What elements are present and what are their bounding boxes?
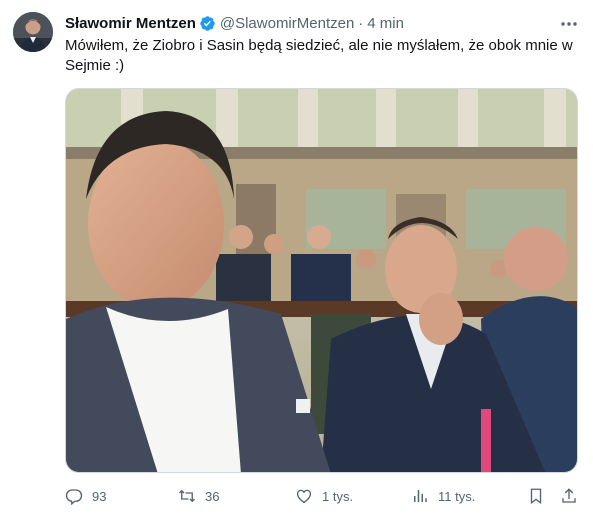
- avatar[interactable]: [13, 12, 53, 52]
- tweet-photo[interactable]: [65, 88, 578, 473]
- reply-button[interactable]: 93: [65, 485, 106, 507]
- action-bar: 93 36 1 tys. 11 tys.: [65, 485, 580, 507]
- author-name[interactable]: Sławomir Mentzen: [65, 15, 196, 32]
- share-button[interactable]: [560, 485, 578, 507]
- heart-icon: [296, 489, 312, 504]
- more-icon[interactable]: [560, 16, 578, 32]
- reply-icon: [65, 489, 83, 505]
- tweet-text: Mówiłem, że Ziobro i Sasin będą siedzieć…: [65, 37, 573, 74]
- views-count: 11 tys.: [438, 488, 476, 504]
- reply-count: 93: [92, 488, 107, 504]
- views-button[interactable]: 11 tys.: [411, 485, 475, 507]
- separator-dot: ·: [358, 14, 364, 32]
- like-count: 1 tys.: [322, 488, 354, 504]
- author-handle[interactable]: @SlawomirMentzen: [220, 15, 354, 32]
- repost-count: 36: [205, 488, 220, 504]
- verified-badge-icon: [200, 15, 215, 31]
- avatar-image: [13, 12, 53, 52]
- views-icon: [414, 490, 427, 502]
- tweet-header: Sławomir Mentzen @SlawomirMentzen · 4 mi…: [65, 13, 404, 33]
- repost-button[interactable]: 36: [178, 485, 219, 507]
- repost-icon: [179, 489, 195, 503]
- tweet[interactable]: Sławomir Mentzen @SlawomirMentzen · 4 mi…: [0, 0, 593, 517]
- bookmark-button[interactable]: [527, 485, 545, 507]
- bookmark-icon: [530, 488, 542, 505]
- timestamp[interactable]: 4 min: [367, 15, 404, 32]
- parliament-selfie-image: [66, 89, 577, 472]
- like-button[interactable]: 1 tys.: [295, 485, 353, 507]
- share-icon: [562, 488, 576, 503]
